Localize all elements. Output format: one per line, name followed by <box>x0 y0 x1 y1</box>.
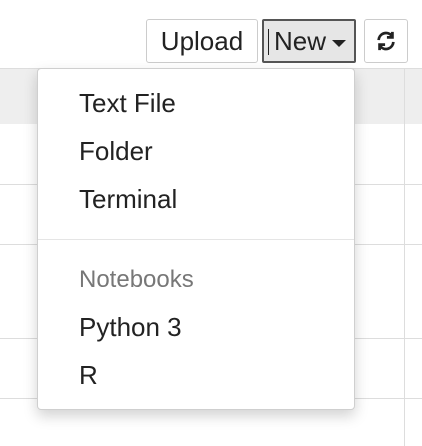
menu-item-terminal[interactable]: Terminal <box>79 184 177 214</box>
jupyter-file-browser: Upload New Text File Folder Terminal Not… <box>0 0 422 446</box>
caret-down-icon <box>332 39 347 47</box>
new-button-separator <box>268 29 269 55</box>
menu-divider <box>38 239 354 240</box>
menu-header-notebooks: Notebooks <box>79 266 194 293</box>
menu-item-folder[interactable]: Folder <box>79 136 153 166</box>
refresh-icon <box>377 31 395 51</box>
upload-button[interactable]: Upload <box>146 19 258 63</box>
new-button-label: New <box>274 26 327 56</box>
new-dropdown-button[interactable]: New <box>262 19 356 63</box>
menu-item-text-file[interactable]: Text File <box>79 88 176 118</box>
new-dropdown-menu: Text File Folder Terminal Notebooks Pyth… <box>37 68 355 410</box>
menu-item-r[interactable]: R <box>79 360 98 390</box>
refresh-button[interactable] <box>364 19 408 63</box>
file-list-divider <box>404 68 405 446</box>
upload-button-label: Upload <box>160 26 244 56</box>
menu-item-python-3[interactable]: Python 3 <box>79 312 182 342</box>
